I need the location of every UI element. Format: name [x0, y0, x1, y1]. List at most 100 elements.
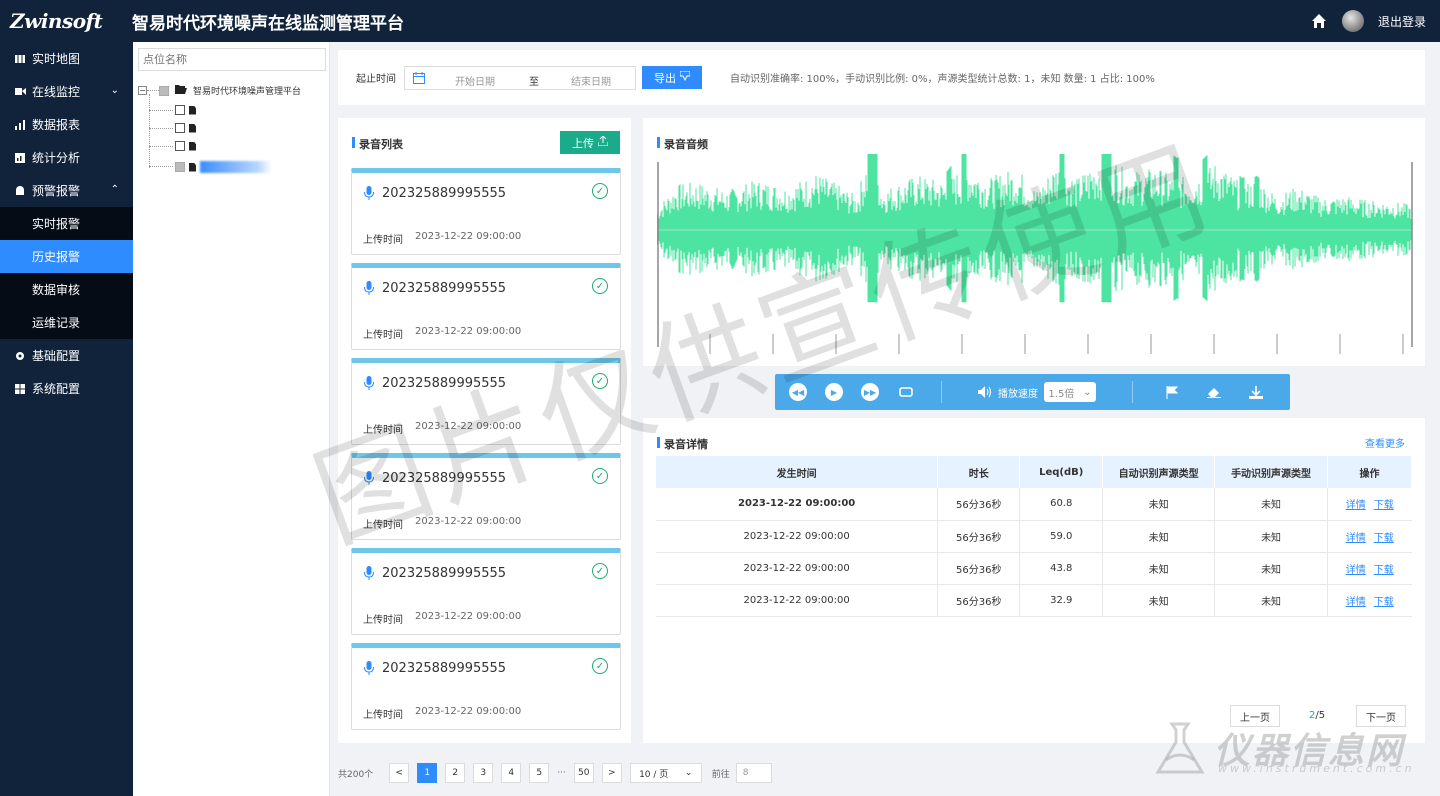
- tree-node-checkbox[interactable]: [175, 162, 185, 172]
- download-link[interactable]: 下载: [1374, 565, 1394, 576]
- recording-card[interactable]: 202325889995555 ✓ 上传时间 2023-12-22 09:00:00: [351, 263, 621, 350]
- brand-logo: Zwinsoft: [10, 9, 103, 33]
- pagination-ellipsis[interactable]: ···: [557, 768, 566, 778]
- upload-time-label: 上传时间: [363, 615, 403, 626]
- home-icon[interactable]: [1310, 12, 1328, 30]
- tree-node[interactable]: [175, 161, 272, 173]
- sidebar-item-basic-config[interactable]: 基础配置: [0, 339, 133, 372]
- audio-waveform[interactable]: [657, 152, 1413, 358]
- sidebar-subitem-maintenance[interactable]: 运维记录: [0, 306, 133, 339]
- sidebar-item-alarm[interactable]: 预警报警 ⌃: [0, 174, 133, 207]
- sidebar-item-realtime-map[interactable]: 实时地图: [0, 42, 133, 75]
- tree-node[interactable]: [175, 123, 196, 133]
- upload-time-label: 上传时间: [363, 710, 403, 721]
- logout-button[interactable]: 退出登录: [1378, 13, 1426, 30]
- date-separator: 至: [529, 76, 539, 88]
- detail-next-page-button[interactable]: 下一页: [1356, 705, 1406, 727]
- column-header: 操作: [1327, 456, 1412, 488]
- detail-title: 录音详情: [657, 436, 708, 452]
- download-link[interactable]: 下载: [1374, 597, 1394, 608]
- pagination-page[interactable]: 1: [417, 763, 438, 783]
- microphone-icon: [364, 186, 374, 203]
- upload-button[interactable]: 上传: [560, 131, 620, 154]
- cell-duration: 56分36秒: [937, 584, 1021, 617]
- playback-speed-select[interactable]: 1.5倍 ⌄: [1044, 382, 1096, 402]
- sidebar-item-data-report[interactable]: 数据报表: [0, 108, 133, 141]
- tree-node[interactable]: [175, 105, 196, 115]
- download-link[interactable]: 下载: [1374, 533, 1394, 544]
- start-date-input[interactable]: 开始日期: [455, 73, 495, 88]
- cell-actions: 详情 下载: [1327, 488, 1412, 521]
- collapse-toggle-icon[interactable]: −: [138, 86, 147, 95]
- goto-page-input[interactable]: 8: [735, 763, 772, 783]
- sidebar: 实时地图 在线监控 ⌄ 数据报表 统计分析 预警报警 ⌃ 实时报警 历史报警 数…: [0, 42, 133, 796]
- download-link[interactable]: 下载: [1374, 500, 1394, 511]
- microphone-icon: [364, 376, 374, 393]
- sidebar-item-statistics[interactable]: 统计分析: [0, 141, 133, 174]
- detail-prev-page-button[interactable]: 上一页: [1230, 705, 1280, 727]
- page-size-select[interactable]: 10 / 页 ⌄: [629, 763, 702, 783]
- upload-time-value: 2023-12-22 09:00:00: [415, 611, 522, 622]
- pagination-page[interactable]: 3: [473, 763, 494, 783]
- loop-button[interactable]: [897, 383, 915, 401]
- column-header: 发生时间: [656, 456, 939, 488]
- sidebar-item-system-config[interactable]: 系统配置: [0, 372, 133, 405]
- detail-page-indicator: 2/5: [1309, 710, 1326, 721]
- end-date-input[interactable]: 结束日期: [571, 73, 611, 88]
- pagination-page[interactable]: 4: [501, 763, 522, 783]
- download-button[interactable]: [1247, 383, 1265, 401]
- tree-node-label-redacted: [200, 161, 272, 173]
- cell-time: 2023-12-22 09:00:00: [656, 488, 939, 521]
- recording-card[interactable]: 202325889995555 ✓ 上传时间 2023-12-22 09:00:00: [351, 168, 621, 255]
- sidebar-subitem-realtime-alarm[interactable]: 实时报警: [0, 207, 133, 240]
- recording-card[interactable]: 202325889995555 ✓ 上传时间 2023-12-22 09:00:00: [351, 643, 621, 730]
- detail-link[interactable]: 详情: [1346, 597, 1366, 608]
- detail-link[interactable]: 详情: [1346, 565, 1366, 576]
- recording-card[interactable]: 202325889995555 ✓ 上传时间 2023-12-22 09:00:00: [351, 358, 621, 445]
- tree-node[interactable]: [175, 141, 196, 151]
- recording-list-title: 录音列表: [352, 136, 403, 152]
- tree-node-checkbox[interactable]: [175, 105, 185, 115]
- tree-node-checkbox[interactable]: [175, 123, 185, 133]
- flag-button[interactable]: [1163, 383, 1181, 401]
- upload-time-label: 上传时间: [363, 330, 403, 341]
- cell-manual-type: 未知: [1214, 520, 1329, 553]
- upload-time-label: 上传时间: [363, 520, 403, 531]
- play-button[interactable]: ▶: [825, 383, 843, 401]
- tree-node-checkbox[interactable]: [175, 141, 185, 151]
- recording-card[interactable]: 202325889995555 ✓ 上传时间 2023-12-22 09:00:00: [351, 453, 621, 540]
- chevron-down-icon: ⌄: [110, 85, 119, 96]
- analysis-icon: [14, 152, 26, 164]
- fast-forward-button[interactable]: ▶▶: [861, 383, 879, 401]
- volume-icon[interactable]: [976, 383, 994, 401]
- cell-auto-type: 未知: [1102, 488, 1216, 521]
- detail-link[interactable]: 详情: [1346, 500, 1366, 511]
- upload-time-value: 2023-12-22 09:00:00: [415, 706, 522, 717]
- sidebar-subitem-history-alarm[interactable]: 历史报警: [0, 240, 133, 273]
- cell-manual-type: 未知: [1214, 584, 1329, 617]
- pagination-next-button[interactable]: >: [601, 763, 622, 783]
- avatar[interactable]: [1341, 10, 1364, 32]
- recording-card[interactable]: 202325889995555 ✓ 上传时间 2023-12-22 09:00:00: [351, 548, 621, 635]
- cell-leq: 32.9: [1019, 584, 1104, 617]
- cell-leq: 60.8: [1019, 488, 1104, 521]
- view-more-link[interactable]: 查看更多: [1365, 435, 1405, 450]
- eraser-button[interactable]: [1205, 383, 1223, 401]
- rewind-button[interactable]: ◀◀: [789, 383, 807, 401]
- pagination-prev-button[interactable]: <: [389, 763, 410, 783]
- sidebar-subitem-data-audit[interactable]: 数据审核: [0, 273, 133, 306]
- microphone-icon: [364, 281, 374, 298]
- table-row: 2023-12-22 09:00:00 56分36秒 43.8 未知 未知 详情 下载: [656, 552, 1412, 585]
- sidebar-item-online-monitor[interactable]: 在线监控 ⌄: [0, 75, 133, 108]
- date-range-picker[interactable]: 开始日期 至 结束日期: [404, 65, 636, 90]
- site-search-input[interactable]: [138, 48, 326, 71]
- detail-link[interactable]: 详情: [1346, 533, 1366, 544]
- cell-actions: 详情 下载: [1327, 520, 1412, 553]
- pagination-page[interactable]: 5: [529, 763, 550, 783]
- pagination-page[interactable]: 50: [573, 763, 594, 783]
- recording-id: 202325889995555: [382, 186, 507, 201]
- check-circle-icon: ✓: [592, 373, 608, 389]
- export-button[interactable]: 导出: [642, 66, 702, 89]
- pagination-page[interactable]: 2: [445, 763, 466, 783]
- file-icon: [189, 123, 196, 133]
